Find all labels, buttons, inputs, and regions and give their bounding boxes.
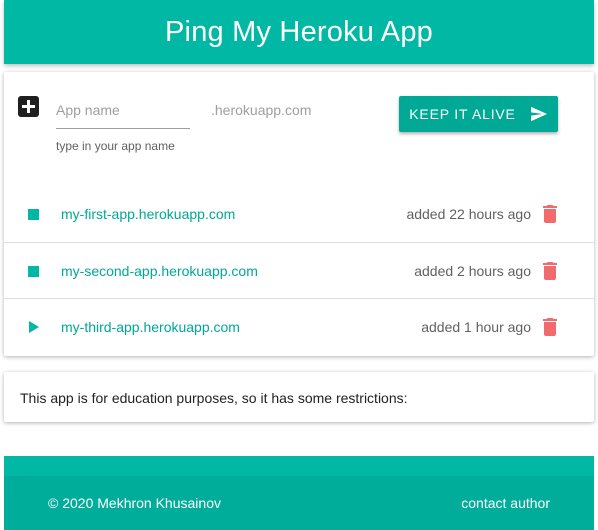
app-name-input[interactable] [56, 96, 190, 129]
trash-icon[interactable] [543, 205, 557, 223]
trash-icon[interactable] [543, 318, 557, 336]
added-time: added 22 hours ago [406, 206, 531, 222]
stop-icon[interactable] [27, 265, 39, 277]
page-footer: © 2020 Mekhron Khusainov contact author [4, 456, 594, 530]
app-manager-card: .herokuapp.com type in your app name Kee… [4, 72, 594, 356]
info-card: This app is for education purposes, so i… [4, 372, 594, 422]
app-list-item: my-first-app.herokuapp.com added 22 hour… [4, 186, 594, 242]
trash-icon[interactable] [543, 262, 557, 280]
info-text: This app is for education purposes, so i… [20, 390, 408, 406]
added-time: added 2 hours ago [414, 262, 531, 279]
app-list-item: my-third-app.herokuapp.com added 1 hour … [4, 298, 594, 354]
domain-suffix: .herokuapp.com [211, 102, 312, 118]
play-icon[interactable] [27, 321, 39, 333]
app-header: Ping My Heroku App [4, 0, 594, 64]
app-link[interactable]: my-third-app.herokuapp.com [61, 319, 240, 335]
app-link[interactable]: my-second-app.herokuapp.com [61, 263, 258, 279]
keep-it-alive-button[interactable]: Keep it alive [399, 96, 558, 132]
app-list: my-first-app.herokuapp.com added 22 hour… [4, 186, 594, 354]
stop-icon[interactable] [27, 208, 39, 220]
app-list-item: my-second-app.herokuapp.com added 2 hour… [4, 242, 594, 298]
contact-author-link[interactable]: contact author [461, 495, 550, 511]
keep-it-alive-label: Keep it alive [409, 106, 516, 122]
page-title: Ping My Heroku App [165, 15, 433, 48]
app-link[interactable]: my-first-app.herokuapp.com [61, 206, 235, 222]
input-helper-text: type in your app name [56, 139, 175, 153]
send-icon [530, 106, 547, 122]
added-time: added 1 hour ago [421, 318, 531, 335]
copyright-text: © 2020 Mekhron Khusainov [48, 495, 221, 511]
add-box-icon [18, 96, 39, 117]
